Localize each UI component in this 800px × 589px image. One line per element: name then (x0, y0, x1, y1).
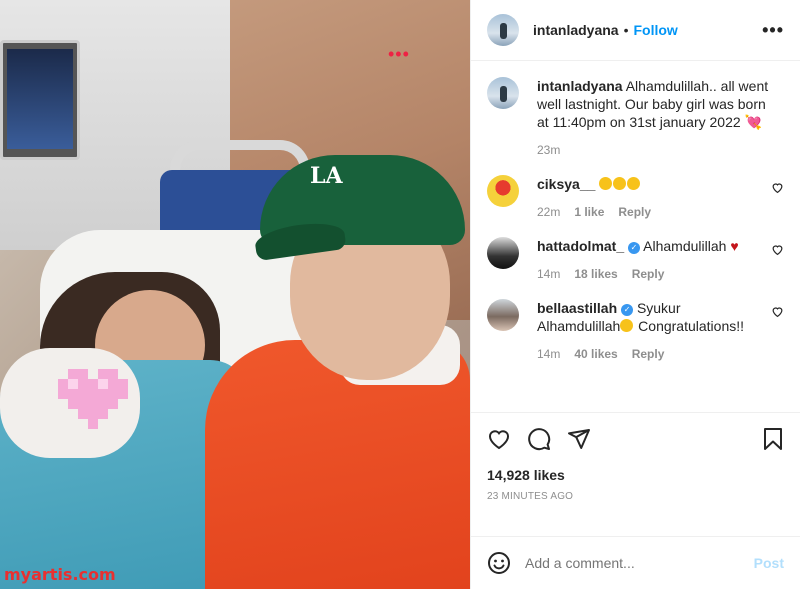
emoji-picker-icon[interactable] (487, 551, 511, 575)
post-comment-button[interactable]: Post (754, 555, 784, 571)
verified-badge-icon: ✓ (628, 242, 641, 254)
comment-age: 22m (537, 205, 561, 219)
heart-arrow-emoji: 💘 (744, 114, 762, 130)
post-side-panel: intanladyana • Follow ••• intanladyana A… (470, 0, 800, 589)
instagram-post-frame: LA ••• myartis.com intanladyana • Follow… (0, 0, 800, 589)
smile-emoji-icon (620, 319, 634, 332)
verified-badge-icon: ✓ (621, 304, 634, 316)
likes-count[interactable]: 14,928 likes (487, 467, 784, 483)
smile-emoji-icon (613, 177, 627, 190)
avatar[interactable] (487, 299, 519, 331)
caption-age: 23m (537, 143, 561, 157)
comment-body: ciksya__ 22m 1 like Reply (537, 175, 769, 219)
comment-item: ciksya__ 22m 1 like Reply (487, 175, 784, 219)
like-comment-heart-icon[interactable] (771, 181, 784, 194)
more-options-icon[interactable]: ••• (762, 20, 784, 41)
comment-username[interactable]: bellaastillah (537, 300, 617, 316)
comment-body: hattadolmat_ ✓ Alhamdulillah ♥ 14m 18 li… (537, 237, 769, 281)
smile-emoji-icon (627, 177, 641, 190)
action-icons (487, 427, 784, 451)
watermark: myartis.com (4, 565, 116, 584)
comment-text: bellaastillah ✓ Syukur Alhamdulillah Con… (537, 299, 769, 335)
caption-text: intanladyana Alhamdulillah.. all went we… (537, 77, 769, 131)
reply-button[interactable]: Reply (632, 267, 665, 281)
comment-username[interactable]: ciksya__ (537, 176, 595, 192)
avatar-figure (500, 86, 507, 102)
comment-age: 14m (537, 347, 561, 361)
add-comment-bar: Post (471, 536, 800, 589)
comment-content: Alhamdulillah (643, 238, 727, 254)
share-icon[interactable] (567, 427, 591, 451)
smile-emoji-icon (599, 177, 613, 190)
cap-logo: LA (310, 163, 343, 189)
comment-item: bellaastillah ✓ Syukur Alhamdulillah Con… (487, 299, 784, 361)
post-timestamp: 23 MINUTES AGO (487, 491, 574, 502)
caption-username[interactable]: intanladyana (537, 78, 623, 94)
avatar[interactable] (487, 14, 519, 46)
pixel-heart-icon (58, 369, 128, 429)
carousel-dots: ••• (388, 44, 410, 64)
comment-meta: 14m 40 likes Reply (537, 347, 769, 361)
header-separator: • (623, 22, 629, 38)
post-actions: 14,928 likes 23 MINUTES AGO (471, 412, 800, 536)
photo-monitor-screen (7, 49, 73, 149)
red-heart-icon: ♥ (730, 238, 739, 254)
reply-button[interactable]: Reply (632, 347, 665, 361)
avatar[interactable] (487, 175, 519, 207)
avatar-figure (500, 23, 507, 39)
comment-text: hattadolmat_ ✓ Alhamdulillah ♥ (537, 237, 769, 255)
like-comment-heart-icon[interactable] (771, 243, 784, 256)
post-photo[interactable]: LA ••• myartis.com (0, 0, 470, 589)
like-comment-heart-icon[interactable] (771, 305, 784, 318)
post-header: intanladyana • Follow ••• (471, 0, 800, 61)
comment-age: 14m (537, 267, 561, 281)
comment-meta: 22m 1 like Reply (537, 205, 769, 219)
comment-item: hattadolmat_ ✓ Alhamdulillah ♥ 14m 18 li… (487, 237, 784, 281)
caption-body: intanladyana Alhamdulillah.. all went we… (537, 77, 769, 157)
comment-content-2: Alhamdulillah (537, 318, 621, 334)
comment-username[interactable]: hattadolmat_ (537, 238, 624, 254)
comment-meta: 14m 18 likes Reply (537, 267, 769, 281)
comment-likes[interactable]: 40 likes (574, 347, 617, 361)
comment-content-3: Congratulations!! (634, 318, 745, 334)
header-username[interactable]: intanladyana (533, 22, 619, 38)
reply-button[interactable]: Reply (618, 205, 651, 219)
comment-icon[interactable] (527, 427, 551, 451)
comment-content: Syukur (636, 300, 681, 316)
avatar[interactable] (487, 77, 519, 109)
follow-button[interactable]: Follow (634, 22, 678, 38)
caption-meta: 23m (537, 143, 769, 157)
comment-input[interactable] (525, 555, 754, 571)
comment-text: ciksya__ (537, 175, 769, 193)
save-bookmark-icon[interactable] (762, 427, 784, 451)
photo-monitor (0, 40, 80, 160)
caption: intanladyana Alhamdulillah.. all went we… (487, 77, 784, 157)
like-heart-icon[interactable] (487, 427, 511, 451)
avatar[interactable] (487, 237, 519, 269)
comment-likes[interactable]: 1 like (574, 205, 604, 219)
comment-likes[interactable]: 18 likes (574, 267, 617, 281)
comment-body: bellaastillah ✓ Syukur Alhamdulillah Con… (537, 299, 769, 361)
comments-list[interactable]: intanladyana Alhamdulillah.. all went we… (471, 61, 800, 412)
